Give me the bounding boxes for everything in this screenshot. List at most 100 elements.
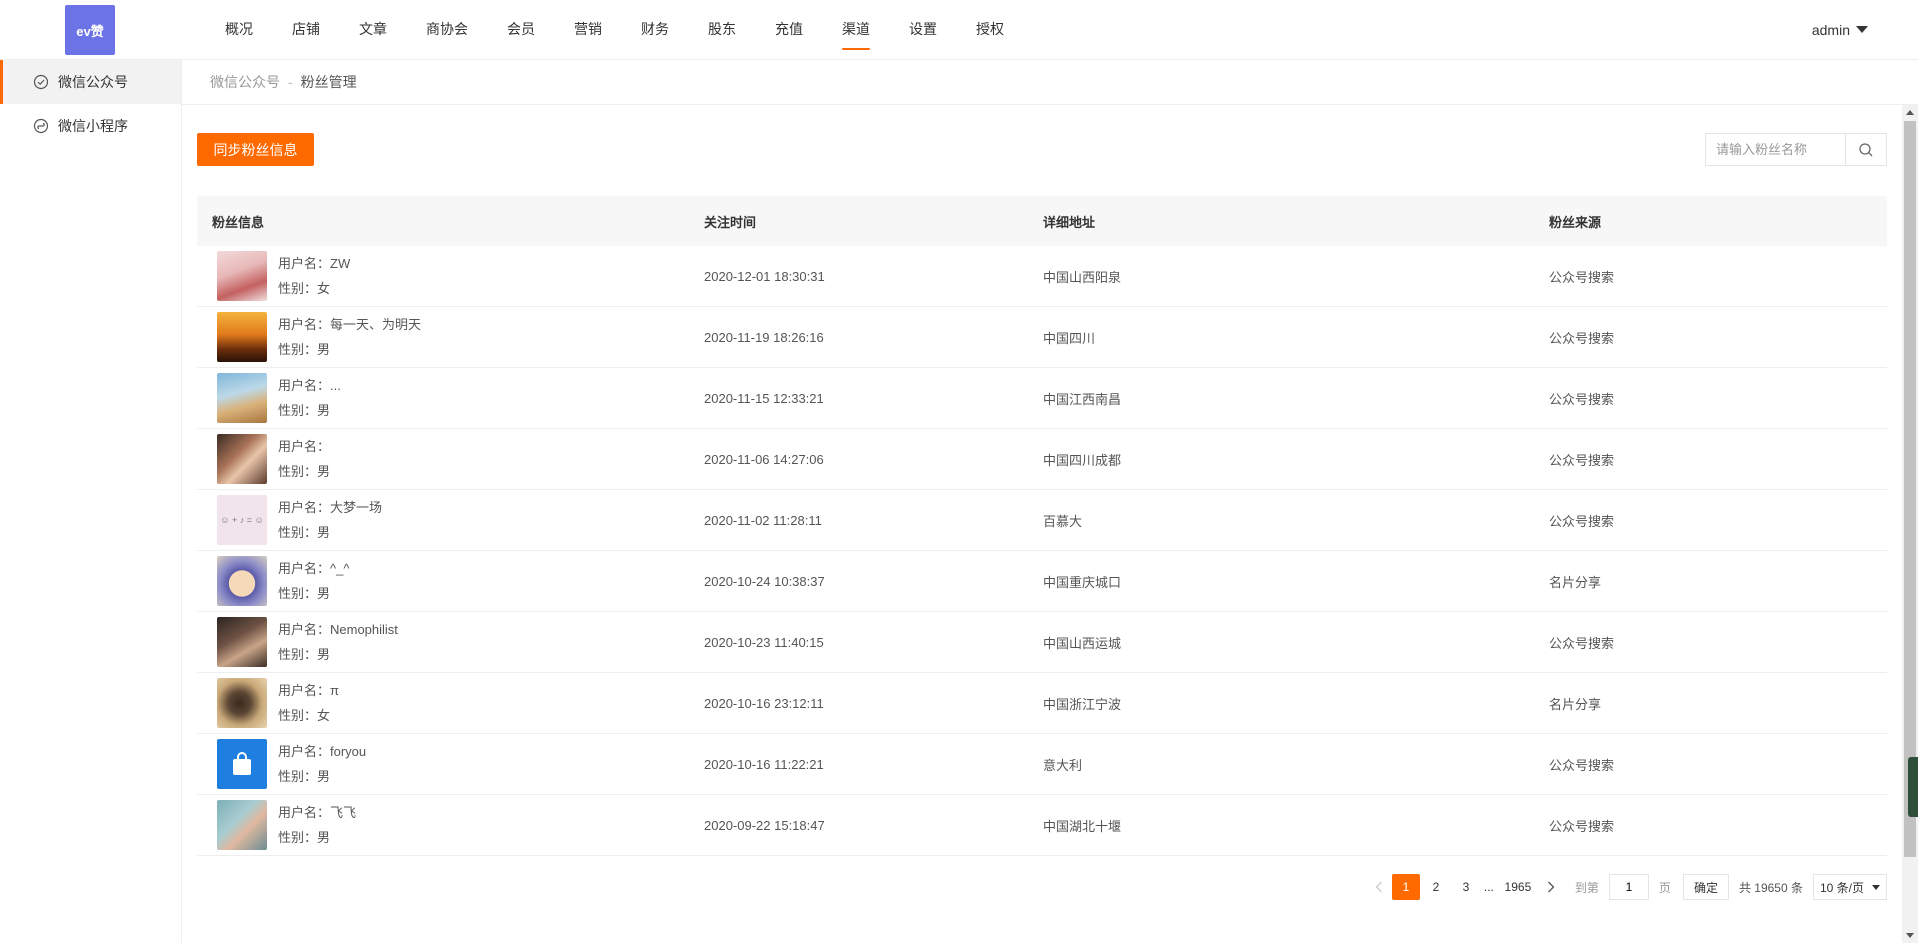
avatar bbox=[217, 739, 267, 789]
breadcrumb: 微信公众号 - 粉丝管理 bbox=[182, 60, 1918, 105]
sidebar: 微信公众号 微信小程序 bbox=[0, 60, 182, 943]
mini-program-icon bbox=[33, 118, 49, 134]
scroll-down-button[interactable] bbox=[1902, 929, 1918, 943]
user-gender: 性别：男 bbox=[278, 342, 331, 357]
follow-time: 2020-10-24 10:38:37 bbox=[704, 573, 825, 589]
total-count: 共 19650 条 bbox=[1738, 880, 1803, 895]
pagination: 1 2 3 ... 1965 到第 页 确定 共 19650 条 10 条/页 bbox=[1367, 873, 1887, 901]
table-row: 用户名：Nemophilist 性别：男 2020-10-23 11:40:15 … bbox=[197, 612, 1887, 673]
nav-item-settings[interactable]: 设置 bbox=[909, 0, 937, 60]
nav-item-marketing[interactable]: 营销 bbox=[574, 0, 602, 60]
next-page-button[interactable] bbox=[1539, 874, 1563, 900]
nav-item-channels[interactable]: 渠道 bbox=[842, 0, 870, 60]
page-3-button[interactable]: 3 bbox=[1452, 874, 1480, 900]
avatar: ☺ + ♪ = ☺ bbox=[217, 495, 267, 545]
table-row: 用户名：每一天、为明天 性别：男 2020-11-19 18:26:16 中国四川… bbox=[197, 307, 1887, 368]
triangle-up-icon bbox=[1906, 110, 1914, 115]
prev-page-button[interactable] bbox=[1367, 874, 1391, 900]
floating-side-tab[interactable] bbox=[1908, 757, 1918, 817]
avatar bbox=[217, 556, 267, 606]
avatar bbox=[217, 678, 267, 728]
follow-time: 2020-12-01 18:30:31 bbox=[704, 268, 825, 284]
source: 名片分享 bbox=[1549, 574, 1602, 590]
header-source: 粉丝来源 bbox=[1549, 214, 1602, 230]
user-name: 用户名：飞飞 bbox=[278, 805, 357, 820]
sidebar-item-wechat-official[interactable]: 微信公众号 bbox=[0, 60, 181, 104]
goto-confirm-button[interactable]: 确定 bbox=[1682, 874, 1729, 900]
follow-time: 2020-10-16 23:12:11 bbox=[704, 695, 824, 711]
page-size-value: 10 条/页 bbox=[1820, 880, 1865, 895]
user-gender: 性别：女 bbox=[278, 281, 331, 296]
page-last-button[interactable]: 1965 bbox=[1498, 874, 1538, 900]
source: 名片分享 bbox=[1549, 696, 1602, 712]
avatar bbox=[217, 800, 267, 850]
user-menu[interactable]: admin bbox=[1812, 0, 1868, 60]
search-button[interactable] bbox=[1846, 134, 1886, 165]
table-row: 用户名：π 性别：女 2020-10-16 23:12:11 中国浙江宁波 名片分… bbox=[197, 673, 1887, 734]
nav-item-overview[interactable]: 概况 bbox=[225, 0, 253, 60]
header-fan-info: 粉丝信息 bbox=[212, 214, 265, 230]
user-gender: 性别：女 bbox=[278, 708, 331, 723]
sidebar-item-label: 微信小程序 bbox=[58, 118, 128, 134]
goto-label: 到第 bbox=[1574, 880, 1599, 895]
page-1-button[interactable]: 1 bbox=[1391, 874, 1420, 900]
brand-logo[interactable]: ev赞 bbox=[65, 5, 115, 55]
page-2-button[interactable]: 2 bbox=[1422, 874, 1450, 900]
source: 公众号搜索 bbox=[1549, 635, 1615, 651]
user-name: 用户名：π bbox=[278, 683, 339, 698]
avatar bbox=[217, 617, 267, 667]
fans-table: 粉丝信息 关注时间 详细地址 粉丝来源 用户名：ZW 性别：女 2020-12-0… bbox=[197, 196, 1887, 856]
nav-item-store[interactable]: 店铺 bbox=[292, 0, 320, 60]
address: 意大利 bbox=[1043, 757, 1083, 773]
source: 公众号搜索 bbox=[1549, 513, 1615, 529]
breadcrumb-parent[interactable]: 微信公众号 bbox=[210, 74, 280, 90]
wechat-official-icon bbox=[33, 74, 49, 90]
user-name: admin bbox=[1811, 22, 1850, 38]
user-gender: 性别：男 bbox=[278, 830, 331, 845]
main-nav: 概况 店铺 文章 商协会 会员 营销 财务 股东 充值 渠道 设置 授权 bbox=[225, 0, 1043, 60]
page-scrollbar[interactable] bbox=[1902, 105, 1918, 943]
table-row: ☺ + ♪ = ☺ 用户名：大梦一场 性别：男 2020-11-02 11:28:… bbox=[197, 490, 1887, 551]
nav-item-chamber[interactable]: 商协会 bbox=[426, 0, 468, 60]
scroll-thumb[interactable] bbox=[1904, 121, 1916, 857]
address: 中国四川 bbox=[1043, 330, 1096, 346]
address: 中国重庆城口 bbox=[1043, 574, 1122, 590]
nav-item-members[interactable]: 会员 bbox=[507, 0, 535, 60]
goto-page-input[interactable] bbox=[1608, 874, 1649, 900]
user-gender: 性别：男 bbox=[278, 647, 331, 662]
sync-fans-button[interactable]: 同步粉丝信息 bbox=[197, 133, 314, 166]
source: 公众号搜索 bbox=[1549, 452, 1615, 468]
user-name: 用户名：^_^ bbox=[278, 561, 350, 576]
user-gender: 性别：男 bbox=[278, 586, 331, 601]
caret-down-icon bbox=[1856, 26, 1868, 33]
follow-time: 2020-10-23 11:40:15 bbox=[704, 634, 824, 650]
address: 中国江西南昌 bbox=[1043, 391, 1122, 407]
user-gender: 性别：男 bbox=[278, 769, 331, 784]
table-row: 用户名：ZW 性别：女 2020-12-01 18:30:31 中国山西阳泉 公众… bbox=[197, 246, 1887, 307]
scroll-up-button[interactable] bbox=[1902, 105, 1918, 119]
nav-item-articles[interactable]: 文章 bbox=[359, 0, 387, 60]
sidebar-item-mini-program[interactable]: 微信小程序 bbox=[0, 104, 181, 148]
page-size-select[interactable]: 10 条/页 bbox=[1813, 874, 1887, 900]
search-box bbox=[1705, 133, 1887, 166]
avatar bbox=[217, 373, 267, 423]
nav-item-shareholders[interactable]: 股东 bbox=[708, 0, 736, 60]
user-name: 用户名：每一天、为明天 bbox=[278, 317, 422, 332]
user-name: 用户名： bbox=[278, 439, 331, 454]
address: 中国四川成都 bbox=[1043, 452, 1122, 468]
nav-item-recharge[interactable]: 充值 bbox=[775, 0, 803, 60]
breadcrumb-current: 粉丝管理 bbox=[300, 74, 357, 90]
sidebar-item-label: 微信公众号 bbox=[58, 74, 128, 90]
nav-item-finance[interactable]: 财务 bbox=[641, 0, 669, 60]
table-row: 用户名：foryou 性别：男 2020-10-16 11:22:21 意大利 公… bbox=[197, 734, 1887, 795]
user-name: 用户名：ZW bbox=[278, 256, 351, 271]
source: 公众号搜索 bbox=[1549, 391, 1615, 407]
nav-item-authorization[interactable]: 授权 bbox=[976, 0, 1004, 60]
caret-down-icon bbox=[1872, 884, 1880, 890]
search-input[interactable] bbox=[1706, 134, 1846, 165]
source: 公众号搜索 bbox=[1549, 269, 1615, 285]
table-header: 粉丝信息 关注时间 详细地址 粉丝来源 bbox=[197, 196, 1887, 246]
chevron-left-icon bbox=[1375, 881, 1382, 893]
source: 公众号搜索 bbox=[1549, 757, 1615, 773]
address: 中国山西运城 bbox=[1043, 635, 1122, 651]
